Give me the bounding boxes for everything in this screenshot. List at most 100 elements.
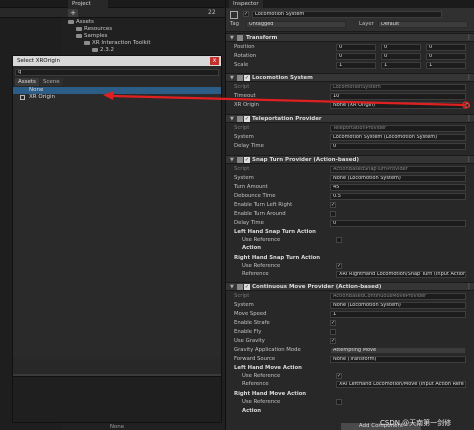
turn-around-label: Enable Turn Around	[234, 211, 286, 217]
right-hand-snap-label: Right Hand Snap Turn Action	[234, 255, 321, 261]
gameobject-header: ✓ Locomotion System Tag Untagged Layer D…	[226, 8, 474, 32]
enable-fly-checkbox[interactable]	[330, 329, 336, 335]
enabled-checkbox[interactable]: ✓	[244, 75, 250, 81]
reference-field[interactable]: XRI RightHand Locomotion/Snap Turn (Inpu…	[336, 271, 466, 278]
timeout-label: Timeout	[234, 93, 256, 99]
script-icon	[237, 116, 243, 122]
dialog-tabs: Assets Scene	[15, 78, 64, 86]
snap-turn-provider-header[interactable]: ▼ ✓ Snap Turn Provider (Action-based) ⋮	[226, 155, 474, 164]
use-reference-label: Use Reference	[242, 263, 281, 269]
left-hand-move-label: Left Hand Move Action	[234, 365, 302, 371]
active-checkbox[interactable]: ✓	[243, 11, 249, 17]
collapse-icon: ▼	[230, 35, 234, 41]
preview-pane: None	[13, 376, 221, 430]
list-item-label: None	[29, 87, 44, 93]
reference-label: Reference	[242, 271, 269, 277]
turn-amount-label: Turn Amount	[234, 184, 268, 190]
search-input[interactable]: q	[15, 69, 219, 76]
system-field[interactable]: None (Locomotion System)	[330, 175, 466, 182]
watermark: CSDN @天南第一剑修	[380, 419, 452, 427]
enable-strafe-checkbox[interactable]: ✓	[330, 320, 336, 326]
close-button[interactable]: x	[210, 57, 219, 65]
gravity-mode-label: Gravity Application Mode	[234, 347, 301, 353]
script-label: Script	[234, 84, 250, 90]
use-reference-checkbox[interactable]: ✓	[336, 263, 342, 269]
tree-item-samples[interactable]: Samples	[76, 33, 108, 40]
use-reference-checkbox[interactable]: ✓	[336, 373, 342, 379]
collapse-icon: ▼	[230, 284, 234, 290]
position-x[interactable]: 0	[336, 44, 376, 51]
system-label: System	[234, 302, 254, 308]
folder-icon	[92, 47, 98, 52]
delay-time-label: Delay Time	[234, 220, 264, 226]
teleportation-provider-header[interactable]: ▼ ✓ Teleportation Provider ⋮	[226, 114, 474, 123]
timeout-field[interactable]: 10	[330, 93, 466, 100]
turn-amount-field[interactable]: 45	[330, 184, 466, 191]
turn-left-right-checkbox[interactable]: ✓	[330, 202, 336, 208]
rotation-y[interactable]: 0	[381, 53, 421, 60]
rotation-z[interactable]: 0	[426, 53, 466, 60]
kebab-menu-icon[interactable]: ⋮	[466, 115, 472, 123]
rotation-x[interactable]: 0	[336, 53, 376, 60]
move-speed-field[interactable]: 1	[330, 311, 466, 318]
tree-label: XR Interaction Toolkit	[92, 40, 151, 46]
enabled-checkbox[interactable]: ✓	[244, 116, 250, 122]
kebab-menu-icon[interactable]: ⋮	[466, 156, 472, 164]
xr-origin-field[interactable]: None (XR Origin)	[330, 102, 466, 109]
scale-y[interactable]: 1	[381, 62, 421, 69]
kebab-menu-icon[interactable]: ⋮	[466, 34, 472, 42]
enabled-checkbox[interactable]: ✓	[244, 284, 250, 290]
tag-dropdown[interactable]: Untagged	[246, 21, 346, 28]
tab-project[interactable]: Project	[68, 0, 108, 8]
tree-item-version[interactable]: 2.3.2	[92, 47, 114, 54]
forward-source-field[interactable]: None (Transform)	[330, 356, 466, 363]
continuous-move-provider-header[interactable]: ▼ ✓ Continuous Move Provider (Action-bas…	[226, 282, 474, 291]
position-z[interactable]: 0	[426, 44, 466, 51]
system-label: System	[234, 175, 254, 181]
debounce-time-field[interactable]: 0.5	[330, 193, 466, 200]
object-name-field[interactable]: Locomotion System	[252, 11, 442, 18]
turn-around-checkbox[interactable]	[330, 211, 336, 217]
kebab-menu-icon[interactable]: ⋮	[466, 283, 472, 291]
inspector-tabbar	[226, 0, 474, 8]
inspector-panel: Inspector ✓ Locomotion System Tag Untagg…	[225, 0, 474, 430]
enabled-checkbox[interactable]: ✓	[244, 157, 250, 163]
add-asset-button[interactable]: +	[68, 9, 78, 17]
delay-time-field[interactable]: 0	[330, 220, 466, 227]
delay-time-label: Delay Time	[234, 143, 264, 149]
delay-time-field[interactable]: 0	[330, 143, 466, 150]
kebab-menu-icon[interactable]: ⋮	[466, 74, 472, 82]
tab-inspector[interactable]: Inspector	[229, 0, 263, 8]
transform-header[interactable]: ▼ Transform ⋮	[226, 33, 474, 42]
use-gravity-checkbox[interactable]: ✓	[330, 338, 336, 344]
enable-strafe-label: Enable Strafe	[234, 320, 270, 326]
select-object-dialog: Select XROrigin x q Assets Scene None XR …	[12, 55, 222, 430]
tab-assets[interactable]: Assets	[15, 78, 39, 86]
tree-label: Samples	[84, 33, 108, 39]
tab-scene[interactable]: Scene	[39, 78, 63, 86]
layer-label: Layer	[359, 21, 374, 27]
system-field[interactable]: None (Locomotion System)	[330, 302, 466, 309]
script-field: TeleportationProvider	[330, 125, 466, 132]
gravity-mode-dropdown[interactable]: Attempting Move	[330, 347, 466, 354]
reference-field[interactable]: XRI LeftHand Locomotion/Move (Input Acti…	[336, 381, 466, 388]
component-title: Transform	[246, 35, 278, 41]
tree-item-resources[interactable]: Resources	[76, 26, 112, 33]
rotation-label: Rotation	[234, 53, 257, 59]
use-reference-checkbox[interactable]	[336, 399, 342, 405]
layer-dropdown[interactable]: Default	[378, 21, 468, 28]
tree-item-assets[interactable]: Assets	[68, 19, 94, 26]
list-item-xr-origin[interactable]: XR Origin	[13, 94, 221, 101]
tree-item-xr-toolkit[interactable]: XR Interaction Toolkit	[84, 40, 150, 47]
use-reference-checkbox[interactable]	[336, 237, 342, 243]
object-picker-icon[interactable]	[465, 103, 470, 108]
scale-x[interactable]: 1	[336, 62, 376, 69]
scale-z[interactable]: 1	[426, 62, 466, 69]
position-y[interactable]: 0	[381, 44, 421, 51]
system-field[interactable]: Locomotion System (Locomotion System)	[330, 134, 466, 141]
list-item-none[interactable]: None	[13, 87, 221, 94]
use-gravity-label: Use Gravity	[234, 338, 265, 344]
xr-origin-label: XR Origin	[234, 102, 260, 108]
locomotion-system-header[interactable]: ▼ ✓ Locomotion System ⋮	[226, 73, 474, 82]
tag-label: Tag	[230, 21, 239, 27]
